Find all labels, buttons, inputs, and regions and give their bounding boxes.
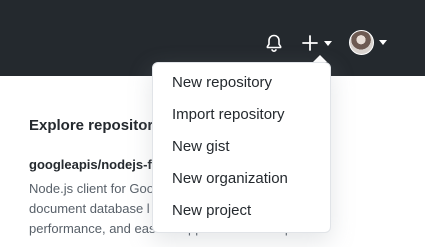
- menu-item-new-repository[interactable]: New repository: [153, 67, 330, 99]
- explore-title: Explore repositor: [29, 117, 154, 134]
- caret-down-icon: [379, 39, 387, 45]
- profile-menu-button[interactable]: [349, 29, 387, 55]
- repo-link[interactable]: googleapis/nodejs-f: [29, 157, 152, 172]
- plus-icon: [302, 35, 318, 51]
- menu-item-new-organization[interactable]: New organization: [153, 163, 330, 195]
- caret-down-icon: [324, 40, 332, 46]
- create-new-dropdown: New repository Import repository New gis…: [152, 62, 331, 233]
- create-new-button[interactable]: [301, 31, 335, 55]
- menu-pointer: [313, 55, 327, 62]
- bell-icon[interactable]: [264, 33, 284, 53]
- description-line: document database l: [29, 201, 150, 216]
- description-line: Node.js client for Goo: [29, 181, 155, 196]
- avatar: [349, 29, 374, 55]
- menu-item-import-repository[interactable]: Import repository: [153, 99, 330, 131]
- menu-item-new-gist[interactable]: New gist: [153, 131, 330, 163]
- menu-item-new-project[interactable]: New project: [153, 195, 330, 227]
